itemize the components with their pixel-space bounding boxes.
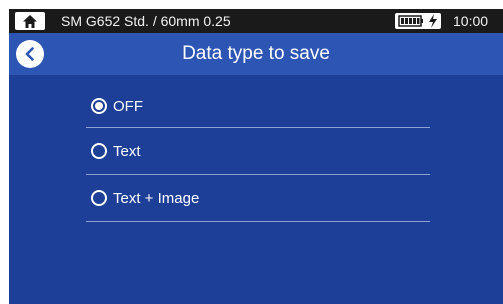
page-header: Data type to save (9, 33, 503, 75)
option-text[interactable]: Text (86, 128, 430, 175)
option-label: Text (113, 142, 141, 160)
device-screen: SM G652 Std. / 60mm 0.25 10:00 Data type… (9, 9, 503, 304)
status-bar: SM G652 Std. / 60mm 0.25 10:00 (9, 9, 503, 33)
home-button[interactable] (15, 12, 45, 30)
option-label: Text + Image (113, 189, 200, 207)
clock: 10:00 (453, 13, 489, 29)
option-list: OFF Text Text + Image (86, 85, 430, 222)
charging-icon (429, 14, 437, 28)
radio-button[interactable] (91, 190, 107, 206)
battery-indicator (395, 13, 441, 29)
option-off[interactable]: OFF (86, 85, 430, 128)
radio-button[interactable] (91, 98, 107, 114)
radio-button[interactable] (91, 143, 107, 159)
radio-selected-dot (95, 102, 103, 110)
home-icon (23, 14, 37, 28)
status-title: SM G652 Std. / 60mm 0.25 (61, 13, 231, 29)
page-title: Data type to save (182, 43, 330, 64)
option-label: OFF (113, 97, 143, 115)
option-text-image[interactable]: Text + Image (86, 175, 430, 222)
